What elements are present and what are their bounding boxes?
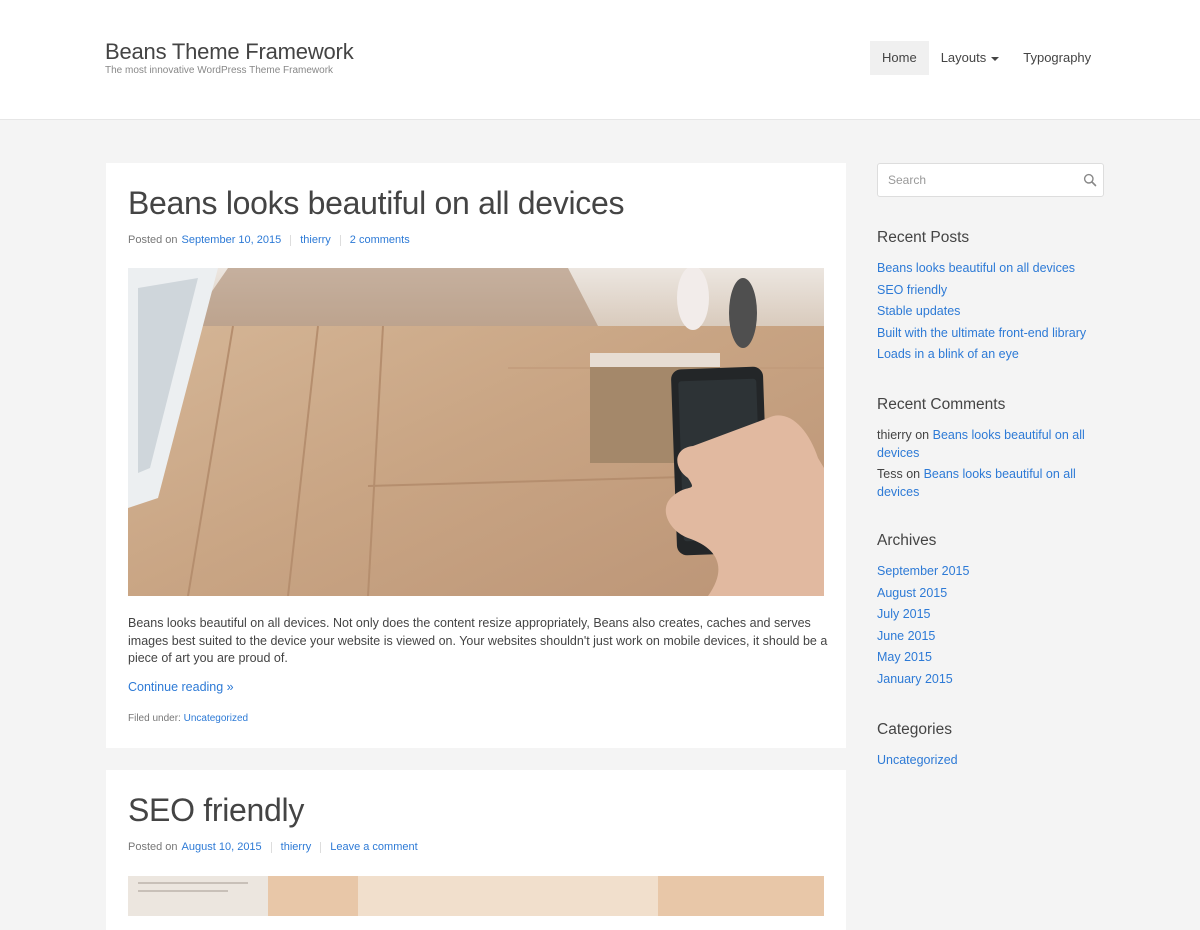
- recent-post-link[interactable]: Beans looks beautiful on all devices: [877, 261, 1075, 275]
- site-header: Beans Theme Framework The most innovativ…: [0, 0, 1200, 120]
- filed-under-label: Filed under:: [128, 713, 181, 724]
- post-card: SEO friendly Posted on August 10, 2015 t…: [106, 770, 846, 930]
- caret-down-icon: [991, 56, 1000, 61]
- list-item: January 2015: [877, 671, 1104, 689]
- post-meta: Posted on September 10, 2015 thierry 2 c…: [128, 234, 410, 246]
- widget-title: Archives: [877, 532, 937, 549]
- nav-item-typography[interactable]: Typography: [1011, 41, 1103, 75]
- nav-item-layouts-label: Layouts: [940, 50, 987, 65]
- post-featured-image[interactable]: [128, 876, 824, 916]
- post-featured-image[interactable]: [128, 268, 824, 596]
- site-title-link[interactable]: Beans Theme Framework: [105, 40, 354, 64]
- list-item: Beans looks beautiful on all devices: [877, 260, 1104, 278]
- list-item: June 2015: [877, 628, 1104, 646]
- post-title[interactable]: SEO friendly: [128, 792, 304, 829]
- recent-post-link[interactable]: Built with the ultimate front-end librar…: [877, 326, 1086, 340]
- post-card: Beans looks beautiful on all devices Pos…: [106, 163, 846, 748]
- category-link[interactable]: Uncategorized: [877, 753, 958, 767]
- posted-on-label: Posted on: [128, 841, 178, 853]
- comment-on-word: on: [906, 467, 921, 481]
- widget-archives: Archives September 2015 August 2015 July…: [877, 532, 1104, 692]
- post-comments-link[interactable]: Leave a comment: [330, 841, 417, 853]
- meta-divider: [270, 841, 272, 853]
- archive-link[interactable]: August 2015: [877, 586, 947, 600]
- featured-image-desk-phone: [128, 268, 824, 596]
- site-branding: Beans Theme Framework The most innovativ…: [105, 40, 354, 77]
- meta-divider: [339, 234, 341, 246]
- list-item: Stable updates: [877, 303, 1104, 321]
- main-nav: Home Layouts Typography: [870, 41, 1103, 75]
- post-author-link[interactable]: thierry: [300, 234, 331, 246]
- categories-list: Uncategorized: [877, 752, 1104, 770]
- post-meta: Posted on August 10, 2015 thierry Leave …: [128, 841, 418, 853]
- recent-posts-list: Beans looks beautiful on all devices SEO…: [877, 260, 1104, 364]
- post-author-link[interactable]: thierry: [281, 841, 312, 853]
- archive-link[interactable]: September 2015: [877, 564, 969, 578]
- category-link[interactable]: Uncategorized: [184, 713, 248, 724]
- archive-link[interactable]: July 2015: [877, 607, 931, 621]
- comment-author: thierry: [877, 428, 912, 442]
- post-title[interactable]: Beans looks beautiful on all devices: [128, 185, 624, 222]
- widget-title: Recent Posts: [877, 229, 970, 246]
- nav-item-home[interactable]: Home: [870, 41, 929, 75]
- post-categories: Filed under: Uncategorized: [128, 713, 248, 724]
- list-item: August 2015: [877, 585, 1104, 603]
- widget-title: Recent Comments: [877, 396, 1006, 413]
- widget-recent-comments: Recent Comments thierry on Beans looks b…: [877, 396, 1104, 505]
- widget-recent-posts: Recent Posts Beans looks beautiful on al…: [877, 229, 1104, 368]
- posted-on-label: Posted on: [128, 234, 178, 246]
- recent-post-link[interactable]: Stable updates: [877, 304, 960, 318]
- meta-divider: [290, 234, 292, 246]
- search-input[interactable]: [878, 164, 1078, 196]
- recent-comments-list: thierry on Beans looks beautiful on all …: [877, 427, 1104, 501]
- list-item: Loads in a blink of an eye: [877, 346, 1104, 364]
- comment-author: Tess: [877, 467, 903, 481]
- list-item: Tess on Beans looks beautiful on all dev…: [877, 466, 1104, 501]
- list-item: thierry on Beans looks beautiful on all …: [877, 427, 1104, 462]
- list-item: SEO friendly: [877, 282, 1104, 300]
- archive-link[interactable]: January 2015: [877, 672, 953, 686]
- meta-divider: [320, 841, 322, 853]
- post-comments-link[interactable]: 2 comments: [350, 234, 410, 246]
- list-item: July 2015: [877, 606, 1104, 624]
- nav-item-layouts[interactable]: Layouts: [929, 41, 1012, 75]
- post-date-link[interactable]: August 10, 2015: [182, 841, 262, 853]
- list-item: September 2015: [877, 563, 1104, 581]
- post-date-link[interactable]: September 10, 2015: [182, 234, 282, 246]
- list-item: Uncategorized: [877, 752, 1104, 770]
- recent-post-link[interactable]: Loads in a blink of an eye: [877, 347, 1019, 361]
- search-form: [877, 163, 1104, 197]
- recent-post-link[interactable]: SEO friendly: [877, 283, 947, 297]
- list-item: Built with the ultimate front-end librar…: [877, 325, 1104, 343]
- post-excerpt: Beans looks beautiful on all devices. No…: [128, 616, 828, 665]
- archives-list: September 2015 August 2015 July 2015 Jun…: [877, 563, 1104, 688]
- widget-title: Categories: [877, 721, 952, 738]
- featured-image-papers: [128, 876, 824, 916]
- list-item: May 2015: [877, 649, 1104, 667]
- site-tagline: The most innovative WordPress Theme Fram…: [105, 65, 334, 76]
- archive-link[interactable]: June 2015: [877, 629, 935, 643]
- comment-on-word: on: [915, 428, 930, 442]
- search-icon[interactable]: [1083, 173, 1097, 187]
- widget-categories: Categories Uncategorized: [877, 721, 1104, 774]
- continue-reading-link[interactable]: Continue reading »: [128, 680, 234, 694]
- archive-link[interactable]: May 2015: [877, 650, 932, 664]
